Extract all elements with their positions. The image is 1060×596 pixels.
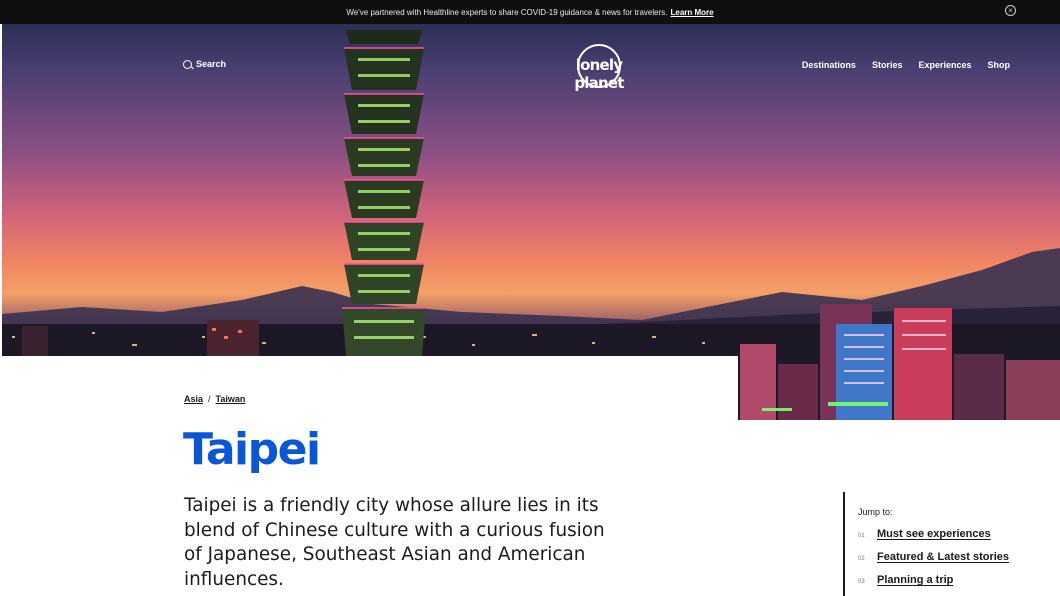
search-button[interactable]: Search: [183, 59, 226, 69]
nav-destinations[interactable]: Destinations: [802, 60, 856, 70]
search-icon: [183, 59, 192, 69]
lonely-planet-logo[interactable]: lonely planet: [551, 42, 647, 92]
search-label: Search: [196, 59, 227, 69]
jump-to-label: Jump to:: [858, 507, 893, 517]
jump-item-number: 03: [858, 579, 865, 585]
jump-item-must-see[interactable]: 01 Must see experiences: [858, 528, 1060, 540]
announcement-text: We've partnered with Healthline experts …: [346, 7, 668, 17]
nav-experiences[interactable]: Experiences: [918, 60, 971, 70]
jump-to-panel: Jump to: 01 Must see experiences 02 Feat…: [843, 492, 1060, 596]
page-title: Taipei: [183, 424, 321, 475]
announcement-bar: We've partnered with Healthline experts …: [0, 0, 1060, 24]
breadcrumb-taiwan[interactable]: Taiwan: [216, 394, 246, 404]
intro-paragraph: Taipei is a friendly city whose allure l…: [184, 495, 605, 590]
learn-more-link[interactable]: Learn More: [670, 8, 713, 17]
breadcrumb-asia[interactable]: Asia: [184, 394, 203, 404]
main-navigation: Search lonely planet Destinations Storie…: [0, 24, 1060, 104]
nav-shop[interactable]: Shop: [988, 60, 1011, 70]
breadcrumb: Asia / Taiwan: [184, 394, 245, 404]
jump-item-planning[interactable]: 03 Planning a trip: [858, 574, 1060, 586]
logo-text: lonely planet: [574, 56, 624, 92]
jump-item-stories[interactable]: 02 Featured & Latest stories: [858, 551, 1060, 563]
close-announcement-icon[interactable]: ×: [1005, 5, 1016, 16]
top-menu: Destinations Stories Experiences Shop: [802, 60, 1010, 70]
jump-item-number: 02: [858, 556, 865, 562]
breadcrumb-separator: /: [208, 394, 211, 404]
jump-item-label[interactable]: Featured & Latest stories: [877, 551, 1009, 563]
jump-item-number: 01: [858, 533, 865, 539]
jump-item-label[interactable]: Must see experiences: [877, 528, 991, 540]
nav-stories[interactable]: Stories: [872, 60, 903, 70]
jump-item-label[interactable]: Planning a trip: [877, 574, 953, 586]
